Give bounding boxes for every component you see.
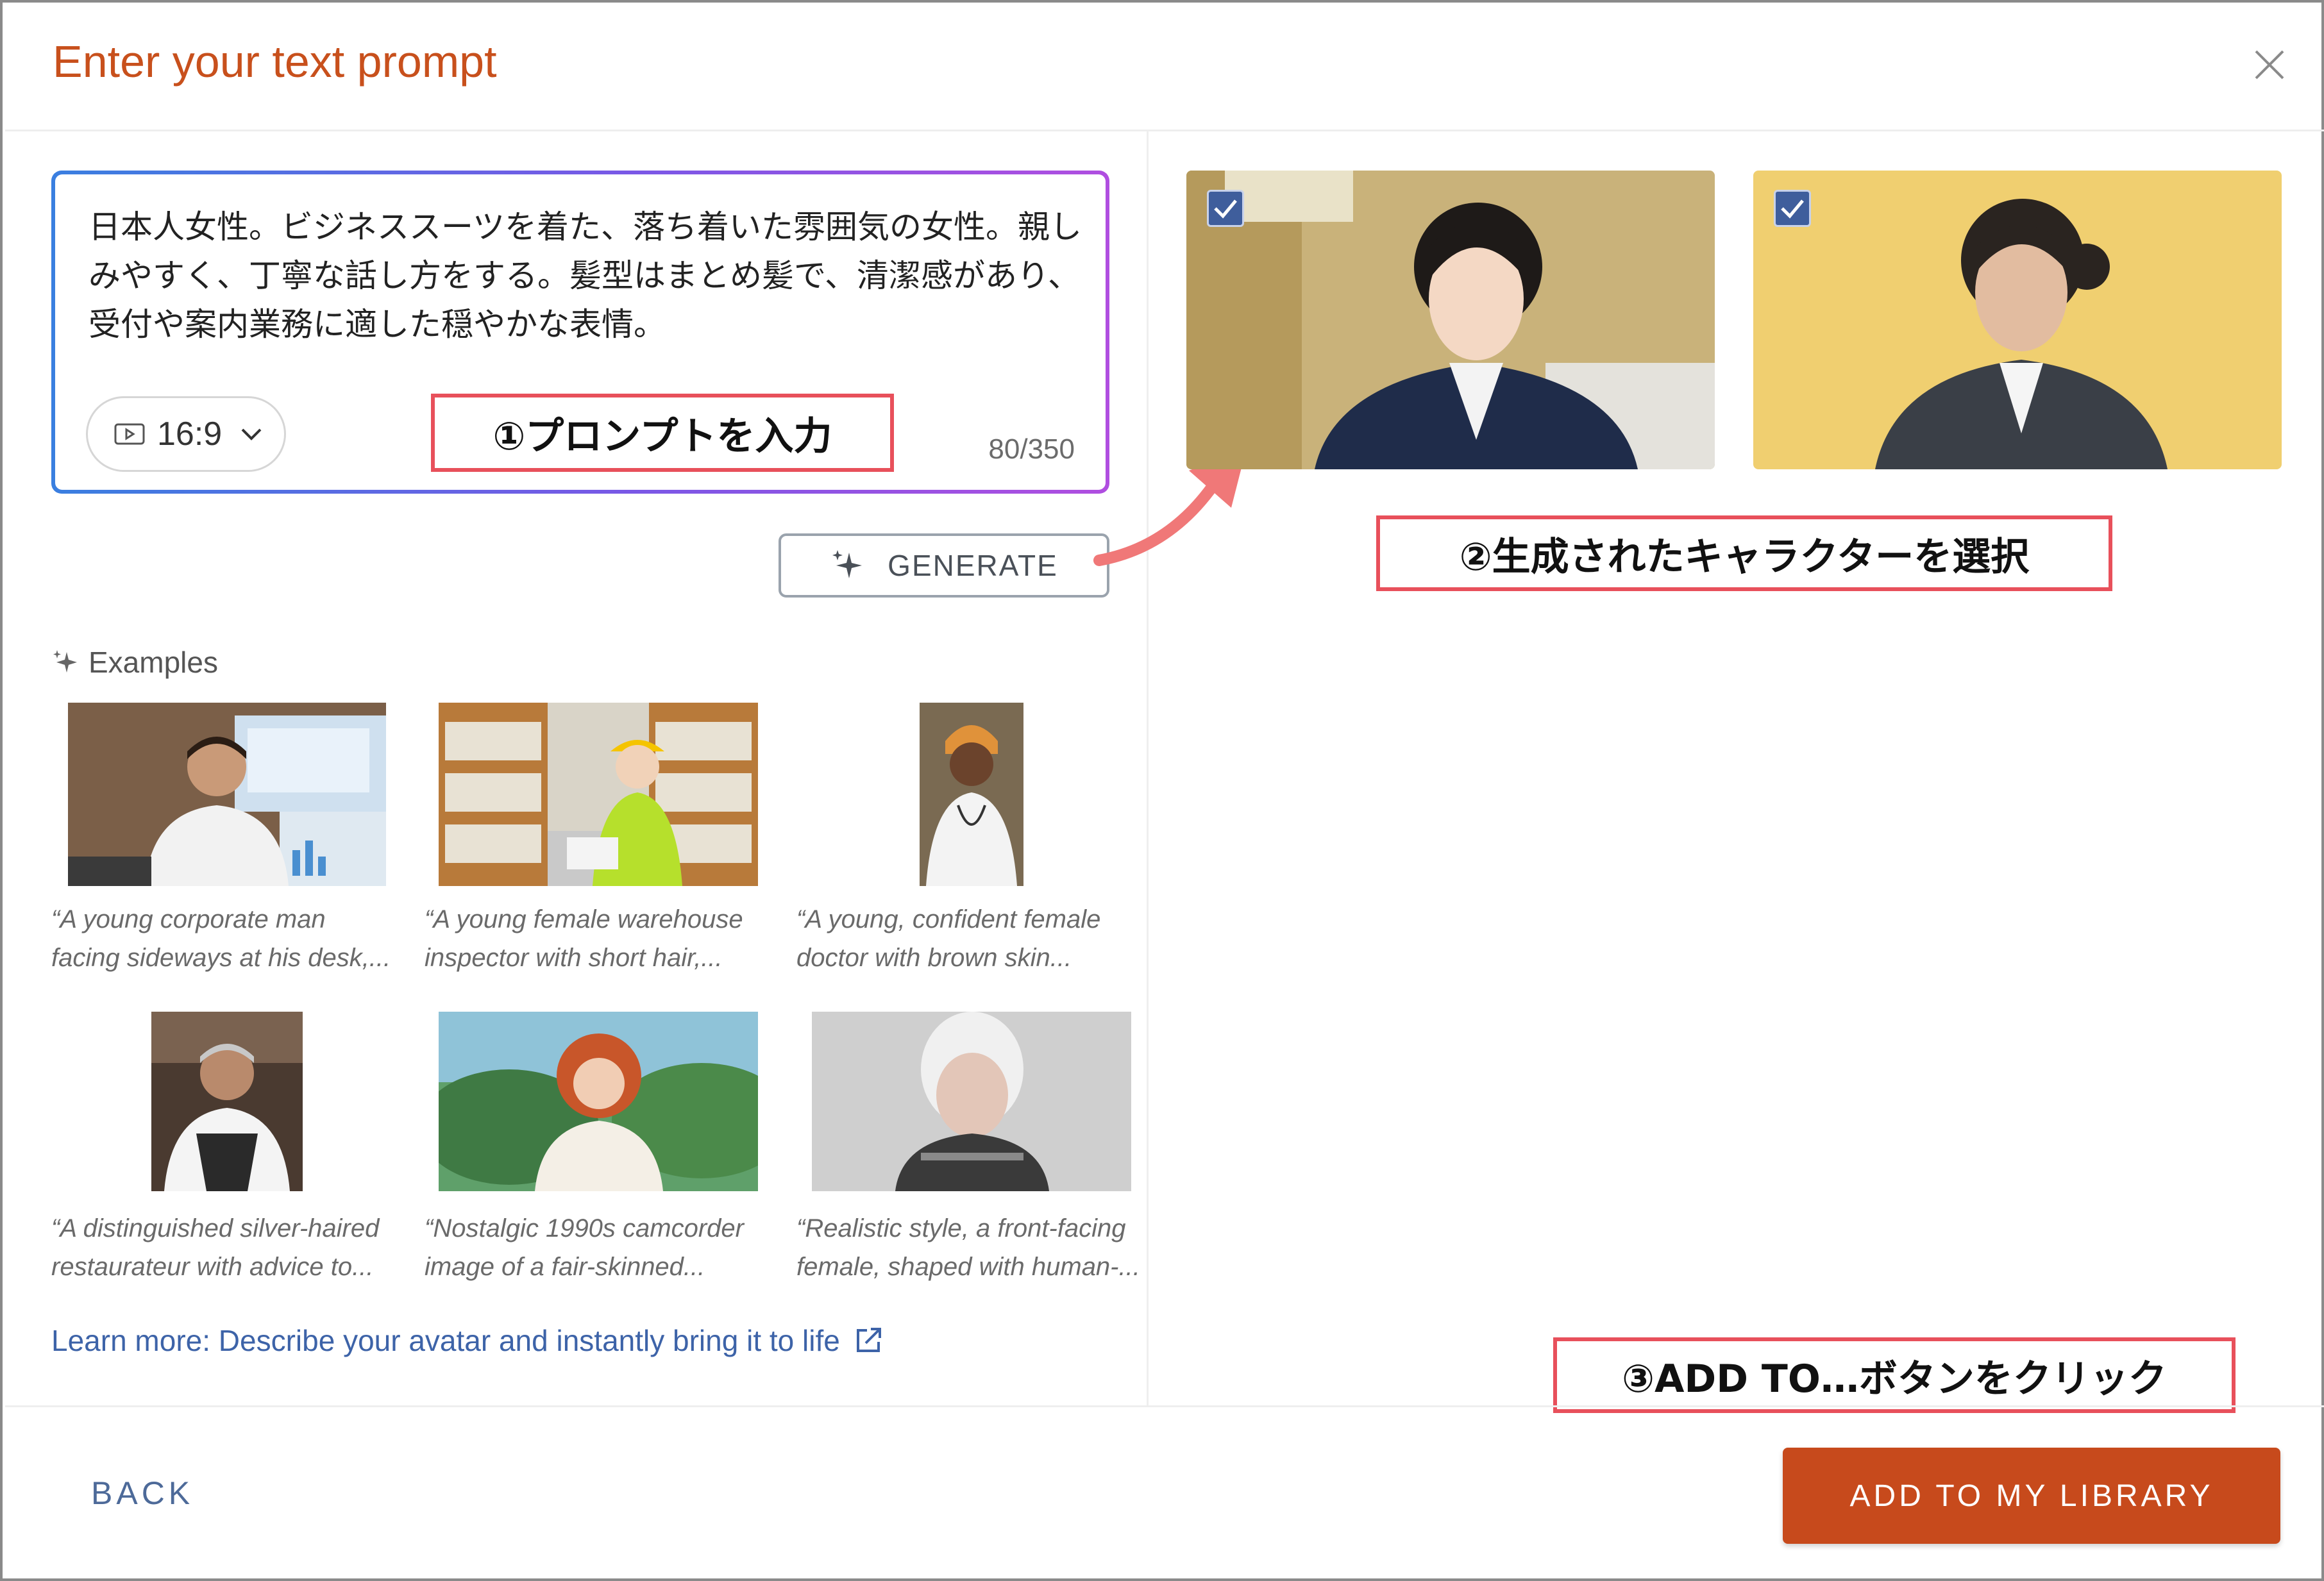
aspect-ratio-value: 16:9 xyxy=(157,415,223,453)
example-caption-3: “A young, confident female doctor with b… xyxy=(796,905,1101,972)
generate-button[interactable]: GENERATE xyxy=(779,533,1109,598)
video-icon xyxy=(114,423,145,445)
back-button[interactable]: BACK xyxy=(91,1475,194,1512)
annotation-step1: ①プロンプトを入力 xyxy=(431,394,894,472)
close-icon[interactable] xyxy=(2247,42,2292,87)
annotation-step2: ②生成されたキャラクターを選択 xyxy=(1376,515,2112,591)
example-image-5[interactable] xyxy=(439,1012,758,1191)
example-caption-5: “Nostalgic 1990s camcorder image of a fa… xyxy=(425,1214,744,1281)
generate-label: GENERATE xyxy=(888,549,1058,582)
dialog-title: Enter your text prompt xyxy=(53,37,497,87)
example-caption-4: “A distinguished silver-haired restaurat… xyxy=(51,1214,380,1281)
check-icon xyxy=(1781,199,1804,219)
check-icon xyxy=(1214,199,1237,219)
select-checkbox-1[interactable] xyxy=(1207,190,1244,227)
example-caption-1: “A young corporate man facing sideways a… xyxy=(51,905,391,972)
generated-image-2[interactable] xyxy=(1753,171,2282,469)
sparkle-icon xyxy=(832,550,863,578)
prompt-textarea[interactable]: 日本人女性。ビジネススーツを着た、落ち着いた雰囲気の女性。親しみやすく、丁寧な話… xyxy=(88,203,1089,349)
annotation-step3: ③ADD TO…ボタンをクリック xyxy=(1553,1337,2236,1413)
dialog: Enter your text prompt 日本人女性。ビジネススーツを着た、… xyxy=(0,0,2324,1581)
example-image-1[interactable] xyxy=(68,703,386,886)
example-caption-6: “Realistic style, a front-facing female,… xyxy=(796,1214,1140,1281)
example-caption-2: “A young female warehouse inspector with… xyxy=(425,905,743,972)
character-counter: 80/350 xyxy=(988,433,1075,465)
add-to-library-button[interactable]: ADD TO MY LIBRARY xyxy=(1783,1448,2280,1544)
example-image-2[interactable] xyxy=(439,703,758,886)
select-checkbox-2[interactable] xyxy=(1774,190,1811,227)
example-image-6[interactable] xyxy=(812,1012,1131,1191)
footer-divider xyxy=(5,1405,2324,1407)
example-image-3[interactable] xyxy=(920,703,1023,886)
example-image-4[interactable] xyxy=(151,1012,303,1191)
examples-heading-label: Examples xyxy=(88,646,218,679)
chevron-down-icon xyxy=(241,428,262,440)
learn-more-label: Learn more: Describe your avatar and ins… xyxy=(51,1324,840,1357)
examples-heading: Examples xyxy=(51,645,218,680)
external-link-icon xyxy=(856,1328,881,1352)
header-divider xyxy=(5,130,2324,131)
aspect-ratio-select[interactable]: 16:9 xyxy=(86,396,286,472)
learn-more-link[interactable]: Learn more: Describe your avatar and ins… xyxy=(51,1323,884,1358)
sparkle-icon xyxy=(53,650,77,673)
generated-image-1[interactable] xyxy=(1186,171,1715,469)
